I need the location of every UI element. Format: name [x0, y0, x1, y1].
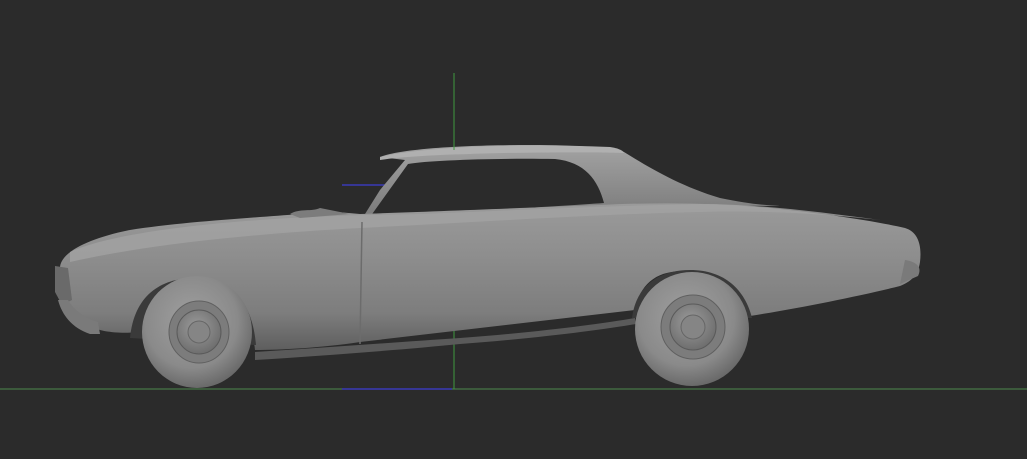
viewport-canvas[interactable] [0, 0, 1027, 459]
front-wheel[interactable] [142, 276, 252, 388]
rear-hub-center [680, 314, 706, 340]
rear-wheel[interactable] [635, 272, 749, 386]
car-model[interactable] [55, 145, 921, 388]
front-hub-center [187, 320, 211, 344]
3d-viewport[interactable] [0, 0, 1027, 459]
